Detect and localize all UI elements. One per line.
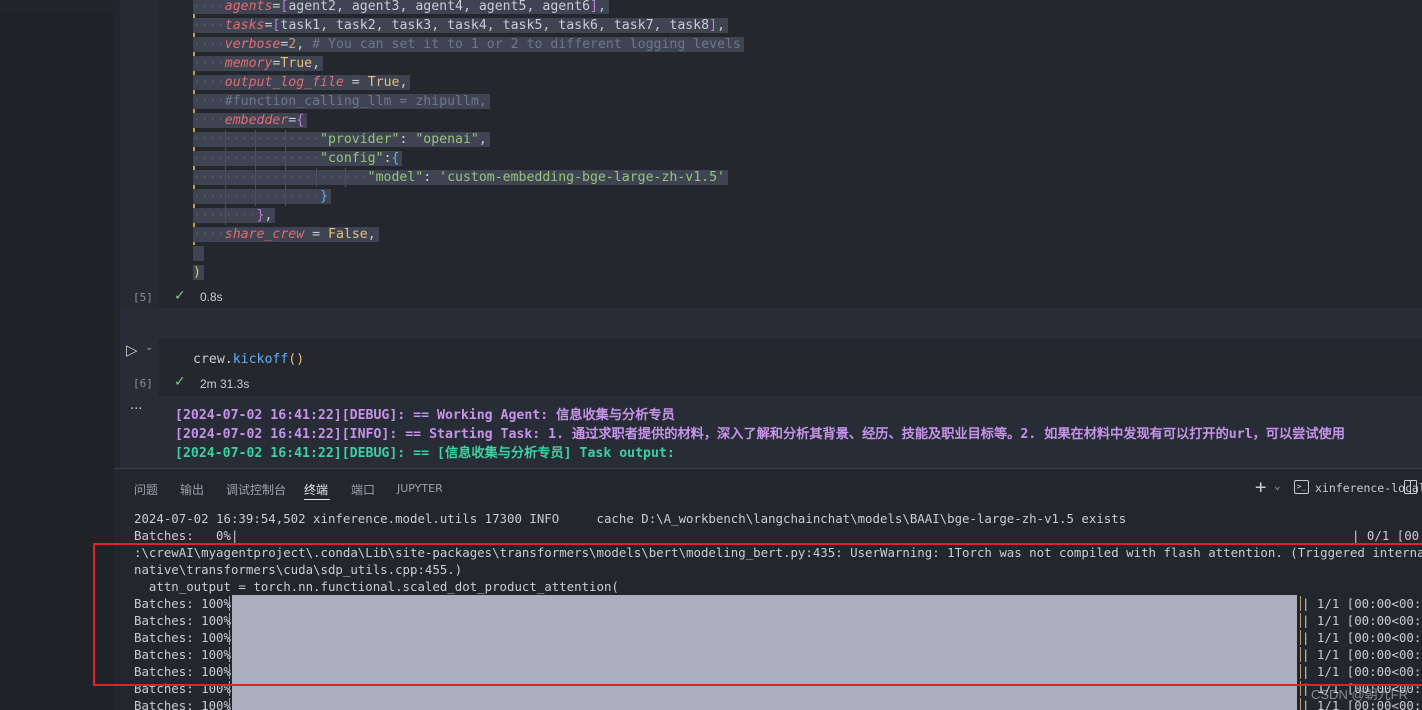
progress-bar-fill: [232, 663, 1297, 680]
code-line-memory[interactable]: ····memory=True,: [193, 54, 324, 73]
indent-guide: [225, 130, 226, 225]
watermark: CSDN @朝九FR: [1311, 687, 1408, 702]
batch-label: Batches: 100%: [134, 647, 231, 662]
output-line: [2024-07-02 16:41:22][DEBUG]: == Working…: [175, 408, 675, 423]
terminal-line: Batches: 0%|: [134, 528, 239, 543]
output-more-actions-icon[interactable]: ···: [130, 402, 142, 417]
code-line-output-log-file[interactable]: ····output_log_file = True,: [193, 73, 411, 92]
terminal-line: attn_output = torch.nn.functional.scaled…: [134, 579, 619, 594]
tab-jupyter[interactable]: JUPYTER: [397, 482, 443, 495]
terminal-line: native\transformers\cuda\sdp_utils.cpp:4…: [134, 562, 463, 577]
cell-6-duration: 2m 31.3s: [200, 377, 250, 391]
batch-label: Batches: 100%: [134, 698, 231, 710]
progress-bar-edge: [1300, 647, 1301, 662]
progress-bar-edge: [229, 613, 230, 628]
active-tab-indicator: [304, 499, 330, 500]
progress-bar-edge: [1300, 698, 1301, 710]
progress-bar-edge: [1300, 630, 1301, 645]
batch-label: Batches: 100%: [134, 596, 231, 611]
tab-debug-console[interactable]: 调试控制台: [226, 481, 286, 498]
progress-bar-fill: [232, 612, 1297, 629]
indent-guide: [316, 168, 317, 187]
output-line: [2024-07-02 16:41:22][INFO]: == Starting…: [175, 427, 1345, 442]
split-terminal-icon[interactable]: [1404, 480, 1417, 494]
progress-bar-edge: [1300, 664, 1301, 679]
code-line-function-calling-comment[interactable]: ····#function_calling_llm = zhipullm,: [193, 92, 490, 111]
terminal-icon: >_: [1294, 480, 1309, 494]
code-line-config-close[interactable]: ················}: [193, 187, 331, 206]
progress-bar-edge: [229, 630, 230, 645]
code-line-embedder-close[interactable]: ········},: [193, 206, 276, 225]
indent-guide: [345, 168, 346, 187]
batch-count: | 1/1 [00:00<00:00: [1302, 664, 1422, 679]
progress-bar-edge: [229, 664, 230, 679]
batch-count: | 1/1 [00:00<00:00: [1302, 596, 1422, 611]
progress-bar-edge: [1300, 613, 1301, 628]
progress-bar-edge: [229, 596, 230, 611]
progress-bar-edge: [1300, 596, 1301, 611]
cell-5-duration: 0.8s: [200, 290, 223, 304]
code-line-close-paren[interactable]: ): [193, 263, 204, 282]
code-line-tasks[interactable]: ····tasks=[task1, task2, task3, task4, t…: [193, 16, 729, 35]
terminal-progress-right: | 0/1 [00:: [1352, 528, 1422, 543]
run-cell-icon[interactable]: ▷: [126, 341, 138, 359]
progress-bar-fill: [232, 595, 1297, 612]
left-sidebar: [0, 0, 114, 710]
cell-5-exec-count: [5]: [133, 291, 153, 304]
code-line-embedder[interactable]: ····embedder={: [193, 111, 308, 130]
cell-6-editor[interactable]: [158, 339, 1422, 396]
batch-label: Batches: 100%: [134, 681, 231, 696]
code-line-kickoff[interactable]: crew.kickoff(): [193, 350, 304, 369]
cell-5-gutter: [120, 0, 158, 308]
code-line-provider[interactable]: ················"provider": "openai",: [193, 130, 490, 149]
code-line-agents[interactable]: ····agents=[agent2, agent3, agent4, agen…: [193, 0, 609, 16]
progress-bar-edge: [1300, 681, 1301, 696]
batch-label: Batches: 100%: [134, 630, 231, 645]
code-line-share-crew[interactable]: ····share_crew = False,: [193, 225, 379, 244]
progress-bar-fill: [232, 646, 1297, 663]
cell-5-status-bar: [158, 282, 1422, 308]
progress-bar-fill: [232, 697, 1297, 710]
progress-bar-fill: [232, 680, 1297, 697]
code-line-empty[interactable]: [193, 244, 204, 263]
code-line-model[interactable]: ······················"model": 'custom-e…: [193, 168, 728, 187]
success-check-icon: ✓: [174, 288, 186, 304]
indent-guide: [285, 130, 286, 206]
terminal-line: 2024-07-02 16:39:54,502 xinference.model…: [134, 511, 1127, 526]
batch-count: | 1/1 [00:00<00:00: [1302, 613, 1422, 628]
indent-guide: [255, 130, 256, 206]
tab-terminal[interactable]: 终端: [304, 481, 328, 498]
code-line-verbose[interactable]: ····verbose=2, # You can set it to 1 or …: [193, 35, 744, 54]
tab-output[interactable]: 输出: [180, 481, 204, 498]
progress-bar-fill: [232, 629, 1297, 646]
success-check-icon: ✓: [174, 374, 186, 390]
batch-label: Batches: 100%: [134, 664, 231, 679]
progress-bar-edge: [229, 647, 230, 662]
progress-bar-edge: [229, 698, 230, 710]
tab-problems[interactable]: 问题: [134, 481, 158, 498]
chevron-down-icon[interactable]: ⌄: [145, 342, 153, 353]
batch-label: Batches: 100%: [134, 613, 231, 628]
batch-count: | 1/1 [00:00<00:00: [1302, 647, 1422, 662]
cell-6-exec-count: [6]: [133, 377, 153, 390]
tab-ports[interactable]: 端口: [351, 481, 375, 498]
chevron-down-icon[interactable]: ⌄: [1274, 479, 1281, 492]
output-line: [2024-07-02 16:41:22][DEBUG]: == [信息收集与分…: [175, 446, 675, 461]
terminal-line: :\crewAI\myagentproject\.conda\Lib\site-…: [134, 545, 1422, 560]
add-terminal-icon[interactable]: +: [1255, 476, 1266, 498]
batch-count: | 1/1 [00:00<00:00: [1302, 630, 1422, 645]
progress-bar-edge: [229, 681, 230, 696]
